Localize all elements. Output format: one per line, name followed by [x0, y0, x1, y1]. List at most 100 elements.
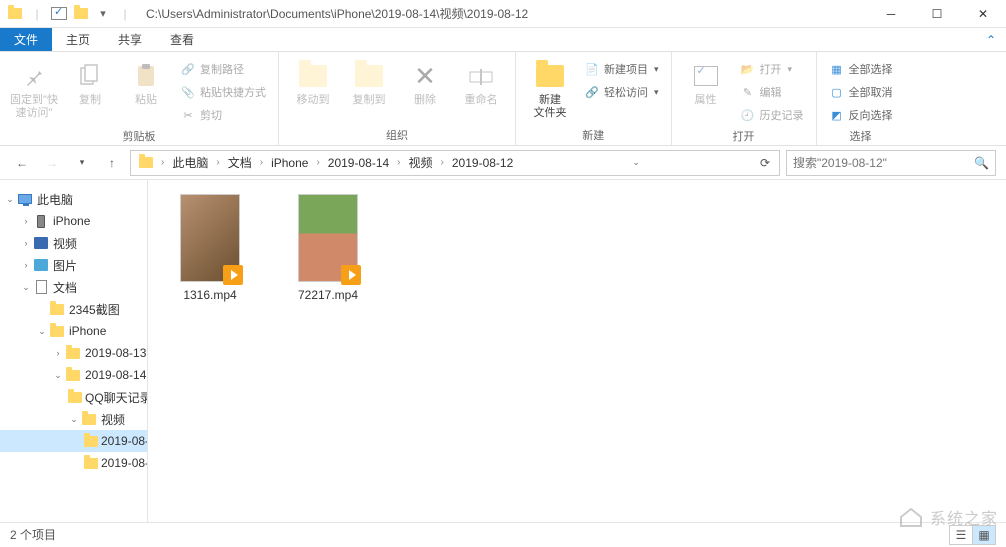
cut-button[interactable]: ✂剪切	[176, 104, 270, 126]
window-title: C:\Users\Administrator\Documents\iPhone\…	[140, 5, 868, 22]
breadcrumb-thispc[interactable]: 此电脑	[166, 152, 214, 174]
easyaccess-button[interactable]: 🔗轻松访问▾	[580, 81, 663, 103]
chevron-right-icon[interactable]: ›	[314, 157, 321, 168]
tree-videos[interactable]: ›视频	[0, 232, 147, 254]
history-button[interactable]: 🕘历史记录	[736, 104, 808, 126]
tree-0813[interactable]: ›2019-08-13	[0, 342, 147, 364]
qat-folder2-icon[interactable]	[70, 3, 92, 25]
history-icon: 🕘	[740, 107, 756, 123]
addr-root-icon[interactable]	[133, 152, 159, 174]
folder-icon	[48, 301, 66, 317]
nav-tree: ⌄此电脑 ›iPhone ›视频 ›图片 ⌄文档 2345截图 ⌄iPhone …	[0, 180, 148, 522]
paste-icon	[130, 60, 162, 92]
view-details-button[interactable]: ☰	[949, 525, 973, 545]
search-input[interactable]	[793, 156, 974, 170]
tree-iphone-device[interactable]: ›iPhone	[0, 210, 147, 232]
breadcrumb-documents[interactable]: 文档	[222, 152, 258, 174]
breadcrumb-iphone[interactable]: iPhone	[265, 152, 314, 174]
copypath-button[interactable]: 🔗复制路径	[176, 58, 270, 80]
group-select-label: 选择	[825, 126, 897, 144]
newfolder-button[interactable]: 新建 文件夹	[524, 56, 576, 120]
edit-button[interactable]: ✎编辑	[736, 81, 808, 103]
search-box[interactable]: 🔍	[786, 150, 996, 176]
copy-button[interactable]: 复制	[64, 56, 116, 107]
properties-button[interactable]: 属性	[680, 56, 732, 107]
ribbon-collapse-icon[interactable]: ⌃	[976, 28, 1006, 51]
item-count: 2 个项目	[10, 526, 56, 543]
breadcrumb-0812[interactable]: 2019-08-12	[446, 152, 519, 174]
address-dropdown-icon[interactable]: ⌄	[628, 157, 644, 168]
search-icon[interactable]: 🔍	[974, 156, 989, 170]
pin-icon	[18, 60, 50, 92]
maximize-button[interactable]: ☐	[914, 0, 960, 28]
chevron-right-icon[interactable]: ›	[395, 157, 402, 168]
invertsel-icon: ◩	[829, 107, 845, 123]
navbar: ← → ▾ ↑ › 此电脑 › 文档 › iPhone › 2019-08-14…	[0, 146, 1006, 180]
pasteshortcut-button[interactable]: 📎粘贴快捷方式	[176, 81, 270, 103]
file-list[interactable]: 1316.mp4 72217.mp4	[148, 180, 1006, 522]
copyto-button[interactable]: 复制到	[343, 56, 395, 107]
tree-qq[interactable]: QQ聊天记录	[0, 386, 147, 408]
qat-dropdown-icon[interactable]: ▾	[92, 3, 114, 25]
tab-view[interactable]: 查看	[156, 28, 208, 51]
address-bar[interactable]: › 此电脑 › 文档 › iPhone › 2019-08-14 › 视频 › …	[130, 150, 780, 176]
shortcut-icon: 📎	[180, 84, 196, 100]
qat-folder-icon[interactable]	[4, 3, 26, 25]
tree-0814[interactable]: ⌄2019-08-14	[0, 364, 147, 386]
chevron-right-icon[interactable]: ›	[258, 157, 265, 168]
tree-video-folder[interactable]: ⌄视频	[0, 408, 147, 430]
ribbon-tabs: 文件 主页 共享 查看 ⌃	[0, 28, 1006, 52]
tree-0812b[interactable]: 2019-08-1	[0, 452, 147, 474]
view-thumbnails-button[interactable]: ▦	[972, 525, 996, 545]
chevron-right-icon[interactable]: ›	[439, 157, 446, 168]
newitem-button[interactable]: 📄新建项目▾	[580, 58, 663, 80]
copypath-icon: 🔗	[180, 61, 196, 77]
minimize-button[interactable]: ─	[868, 0, 914, 28]
pin-button[interactable]: 固定到"快 速访问"	[8, 56, 60, 120]
breadcrumb-video[interactable]: 视频	[403, 152, 439, 174]
group-new-label: 新建	[524, 125, 663, 143]
refresh-button[interactable]: ⟳	[753, 156, 777, 170]
folder-icon	[48, 323, 66, 339]
tab-file[interactable]: 文件	[0, 28, 52, 51]
up-button[interactable]: ↑	[100, 151, 124, 175]
chevron-right-icon[interactable]: ›	[159, 157, 166, 168]
status-bar: 2 个项目 ☰ ▦	[0, 522, 1006, 546]
qat-properties-icon[interactable]	[48, 3, 70, 25]
properties-icon	[690, 60, 722, 92]
monitor-icon	[16, 191, 34, 207]
back-button[interactable]: ←	[10, 151, 34, 175]
folder-icon	[84, 455, 98, 471]
tree-0812-selected[interactable]: 2019-08-1	[0, 430, 147, 452]
tree-pictures[interactable]: ›图片	[0, 254, 147, 276]
recent-dropdown[interactable]: ▾	[70, 151, 94, 175]
tree-thispc[interactable]: ⌄此电脑	[0, 188, 147, 210]
chevron-right-icon[interactable]: ›	[214, 157, 221, 168]
edit-icon: ✎	[740, 84, 756, 100]
moveto-button[interactable]: 移动到	[287, 56, 339, 107]
selectall-button[interactable]: ▦全部选择	[825, 58, 897, 80]
paste-button[interactable]: 粘贴	[120, 56, 172, 107]
selectnone-icon: ▢	[829, 84, 845, 100]
file-item-1316[interactable]: 1316.mp4	[166, 194, 254, 302]
delete-button[interactable]: ✕ 删除	[399, 56, 451, 107]
tab-home[interactable]: 主页	[52, 28, 104, 51]
tree-2345[interactable]: 2345截图	[0, 298, 147, 320]
newfolder-icon	[534, 60, 566, 92]
tree-iphone-folder[interactable]: ⌄iPhone	[0, 320, 147, 342]
ribbon: 固定到"快 速访问" 复制 粘贴 🔗复制路径 📎粘贴快捷方式 ✂剪切 剪贴板 移…	[0, 52, 1006, 146]
selectnone-button[interactable]: ▢全部取消	[825, 81, 897, 103]
file-item-72217[interactable]: 72217.mp4	[284, 194, 372, 302]
tab-share[interactable]: 共享	[104, 28, 156, 51]
video-thumbnail	[298, 194, 358, 282]
breadcrumb-0814[interactable]: 2019-08-14	[322, 152, 395, 174]
tree-documents[interactable]: ⌄文档	[0, 276, 147, 298]
close-button[interactable]: ✕	[960, 0, 1006, 28]
invertsel-button[interactable]: ◩反向选择	[825, 104, 897, 126]
documents-icon	[32, 279, 50, 295]
rename-icon	[465, 60, 497, 92]
open-button[interactable]: 📂打开▾	[736, 58, 808, 80]
rename-button[interactable]: 重命名	[455, 56, 507, 107]
forward-button[interactable]: →	[40, 151, 64, 175]
videos-icon	[32, 235, 50, 251]
